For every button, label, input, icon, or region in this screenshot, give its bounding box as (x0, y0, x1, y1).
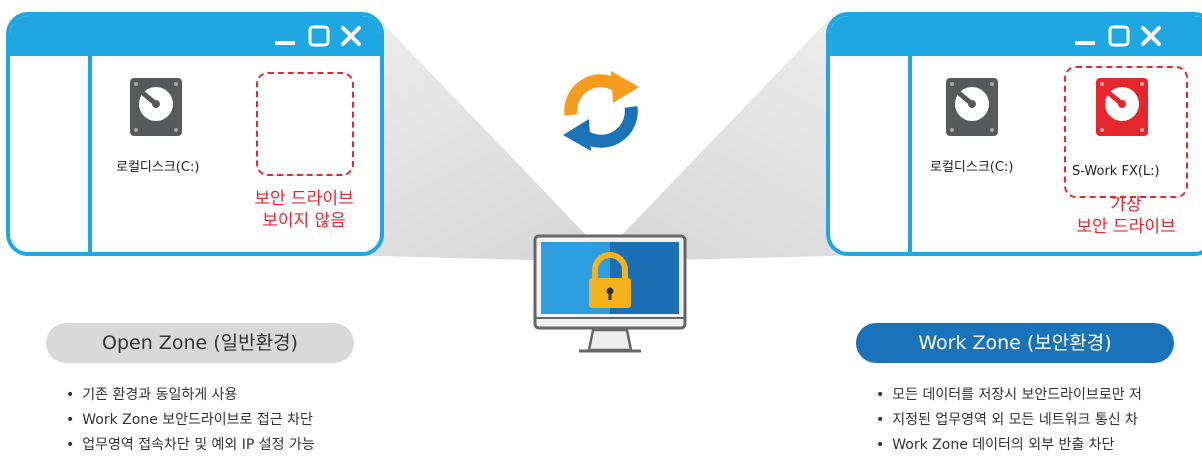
window-titlebar (830, 16, 1202, 56)
sync-arrows-icon (563, 71, 639, 151)
window-sidebar-divider (88, 56, 92, 252)
open-zone-window: 로컬디스크(C:) 보안 드라이브 보이지 않음 (6, 12, 384, 256)
hidden-drive-note: 보안 드라이브 보이지 않음 (254, 189, 354, 231)
work-zone-title: Work Zone (보안환경) (856, 323, 1174, 363)
close-icon[interactable] (340, 25, 362, 47)
maximize-icon[interactable] (1108, 25, 1130, 47)
secure-drive-icon[interactable] (1096, 78, 1148, 136)
hard-drive-icon[interactable] (130, 78, 182, 136)
local-disk-label: 로컬디스크(C:) (116, 160, 200, 175)
open-zone-title: Open Zone (일반환경) (46, 323, 354, 363)
list-item: 지정된 업무영역 외 모든 네트워크 통신 차 (876, 408, 1142, 433)
work-zone-bullet-list: 모든 데이터를 저장시 보안드라이브로만 저 지정된 업무영역 외 모든 네트워… (876, 383, 1142, 458)
work-zone-window: 로컬디스크(C:) S-Work FX(L:) 가상 보안 드라이브 (826, 12, 1202, 256)
local-disk-label: 로컬디스크(C:) (930, 160, 1014, 175)
monitor-lock-icon (533, 234, 687, 353)
list-item: 모든 데이터를 저장시 보안드라이브로만 저 (876, 383, 1142, 408)
open-zone-bullet-list: 기존 환경과 동일하게 사용 Work Zone 보안드라이브로 접근 차단 업… (66, 383, 315, 458)
close-icon[interactable] (1140, 25, 1162, 47)
minimize-icon[interactable] (1074, 25, 1096, 47)
hidden-drive-placeholder (256, 72, 354, 176)
list-item: 기존 환경과 동일하게 사용 (66, 383, 315, 408)
maximize-icon[interactable] (308, 25, 330, 47)
window-sidebar-divider (908, 56, 912, 252)
secure-drive-label: S-Work FX(L:) (1072, 164, 1160, 179)
window-titlebar (10, 16, 380, 56)
hard-drive-icon[interactable] (946, 78, 998, 136)
list-item: 업무영역 접속차단 및 예외 IP 설정 가능 (66, 433, 314, 458)
virtual-secure-drive-note: 가상 보안 드라이브 (1076, 195, 1176, 237)
minimize-icon[interactable] (274, 25, 296, 47)
list-item: Work Zone 데이터의 외부 반출 차단 (876, 433, 1142, 458)
list-item: Work Zone 보안드라이브로 접근 차단 (66, 408, 315, 433)
